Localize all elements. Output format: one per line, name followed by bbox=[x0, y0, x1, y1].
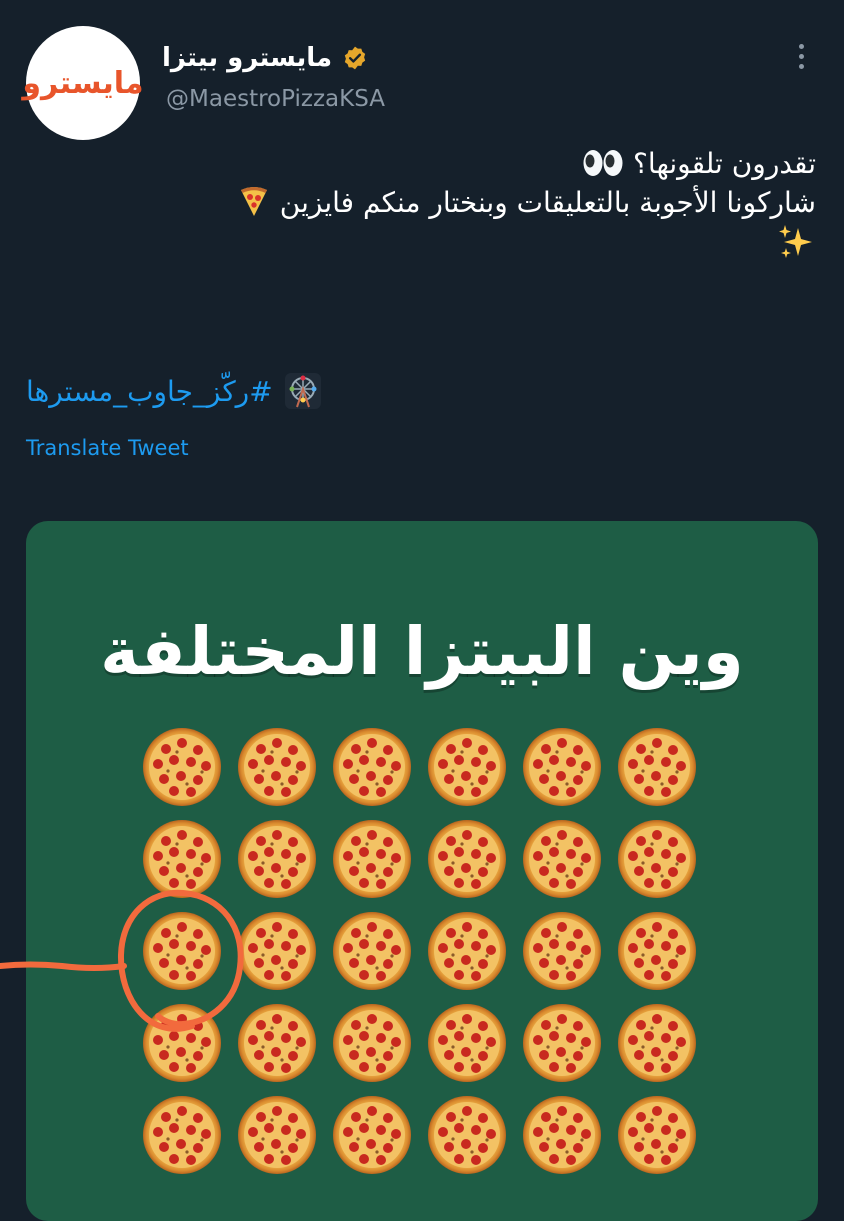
profile-avatar[interactable]: مايسترو bbox=[22, 26, 145, 140]
pizza-item bbox=[428, 820, 506, 898]
display-name[interactable]: مايسترو بيتزا bbox=[162, 43, 332, 73]
pizza-item bbox=[143, 820, 221, 898]
tweet-line-2-text: شاركونا الأجوبة بالتعليقات وبنختار منكم … bbox=[279, 186, 816, 219]
pizza-item bbox=[333, 1096, 411, 1174]
tweet-line-2: شاركونا الأجوبة بالتعليقات وبنختار منكم … bbox=[26, 183, 816, 222]
verified-badge-icon bbox=[344, 46, 366, 70]
pizza-item bbox=[238, 912, 316, 990]
author-name-row[interactable]: مايسترو بيتزا bbox=[162, 38, 368, 78]
more-vertical-icon[interactable] bbox=[786, 38, 816, 74]
avatar-logo-text: مايسترو bbox=[22, 65, 144, 101]
pizza-grid bbox=[143, 728, 696, 1174]
pizza-item bbox=[523, 912, 601, 990]
pizza-item bbox=[333, 912, 411, 990]
translate-tweet-link[interactable]: Translate Tweet bbox=[26, 436, 189, 460]
pizza-item bbox=[238, 728, 316, 806]
pizza-item bbox=[143, 1004, 221, 1082]
author-handle[interactable]: @MaestroPizzaKSA bbox=[166, 86, 385, 112]
pizza-item bbox=[523, 728, 601, 806]
pizza-item bbox=[333, 820, 411, 898]
pizza-item bbox=[238, 1004, 316, 1082]
pizza-item bbox=[238, 820, 316, 898]
hashtag-link[interactable]: #ركّز_جاوب_مسترها bbox=[26, 375, 273, 408]
pizza-item bbox=[523, 820, 601, 898]
ferris-wheel-emoji-icon bbox=[284, 373, 321, 409]
tweet-text: تقدرون تلقونها؟ شاركونا الأجوبة بالتعليق… bbox=[26, 144, 816, 264]
hashtag-line: #ركّز_جاوب_مسترها bbox=[26, 368, 323, 414]
pizza-item bbox=[428, 1096, 506, 1174]
pizza-emoji-icon bbox=[240, 187, 267, 216]
pizza-item bbox=[428, 728, 506, 806]
pizza-item bbox=[333, 1004, 411, 1082]
sparkles-emoji-icon bbox=[779, 225, 812, 258]
pizza-item bbox=[618, 1096, 696, 1174]
pizza-item bbox=[428, 912, 506, 990]
eyes-emoji-icon bbox=[583, 150, 623, 176]
pizza-item bbox=[618, 728, 696, 806]
pizza-item bbox=[143, 912, 221, 990]
pizza-item bbox=[523, 1096, 601, 1174]
pizza-item bbox=[143, 1096, 221, 1174]
tweet-line-1-text: تقدرون تلقونها؟ bbox=[633, 147, 816, 180]
tweet-media-image[interactable]: وين البيتزا المختلفة bbox=[26, 521, 818, 1221]
pizza-item bbox=[618, 820, 696, 898]
pizza-item bbox=[523, 1004, 601, 1082]
pizza-item bbox=[143, 728, 221, 806]
pizza-item bbox=[618, 912, 696, 990]
tweet-line-3 bbox=[26, 222, 816, 264]
tweet-line-1: تقدرون تلقونها؟ bbox=[26, 144, 816, 183]
pizza-item bbox=[618, 1004, 696, 1082]
pizza-item bbox=[428, 1004, 506, 1082]
pizza-item bbox=[238, 1096, 316, 1174]
pizza-item bbox=[333, 728, 411, 806]
